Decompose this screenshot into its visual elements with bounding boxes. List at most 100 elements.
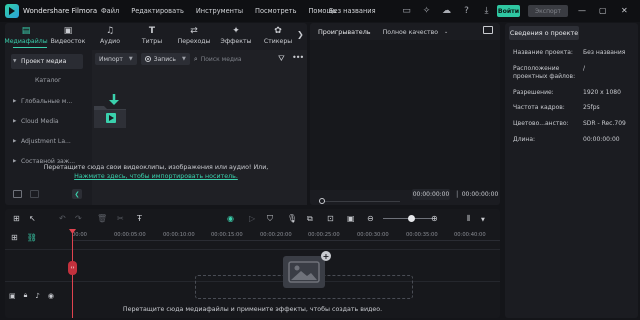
active-tab-indicator (13, 47, 47, 48)
record-icon (144, 56, 151, 62)
import-label: Импорт (99, 55, 123, 63)
minimize-icon[interactable]: — (578, 6, 586, 15)
menu-file[interactable]: Файл (101, 7, 119, 15)
ruler-divider (72, 240, 500, 241)
tab-player[interactable]: Проигрыватель (318, 28, 371, 36)
new-folder-icon[interactable] (13, 190, 22, 198)
media-toolbar: Импорт ▼ Запись ▼ ⌕ Поиск медиа (95, 53, 242, 65)
playhead-drag-handle[interactable]: ‹› (68, 261, 77, 275)
menu-view[interactable]: Посмотреть (255, 7, 296, 15)
close-icon[interactable]: ✕ (621, 6, 628, 15)
playback-progress-track[interactable] (320, 201, 400, 202)
info-key: Расположение проектных файлов: (513, 65, 576, 80)
sidebar-item-label: Adjustment La... (21, 138, 71, 145)
side-nav-footer (13, 190, 39, 198)
search-placeholder: Поиск медиа (200, 55, 242, 63)
maximize-icon[interactable]: ▢ (599, 6, 607, 15)
ruler-tick: 00:00:15:00 (211, 232, 243, 238)
import-folder-icon[interactable] (92, 92, 128, 130)
playback-progress-knob[interactable] (319, 198, 325, 204)
menu-edit[interactable]: Редактировать (131, 7, 184, 15)
sidebar-item-cloud-media[interactable]: ▶ Cloud Media (11, 114, 83, 129)
tab-media[interactable]: ▤ Медиафайлы (4, 23, 47, 49)
track-visibility-icon[interactable]: ◉ (48, 292, 54, 300)
lightbulb-icon[interactable]: ✧ (420, 4, 433, 17)
track-controls-top: ⊞ ⛓ (11, 233, 37, 242)
current-timecode[interactable]: 00:00:00:00 (412, 189, 450, 200)
info-row: Частота кадров: 25fps (513, 104, 638, 112)
search-input[interactable]: ⌕ Поиск медиа (194, 53, 242, 65)
select-cursor-icon[interactable]: ↖ (29, 214, 36, 223)
audio-meter-icon[interactable]: ⫴ (467, 214, 470, 224)
caret-down-icon: ▼ (181, 56, 186, 62)
undo-icon[interactable]: ↶ (59, 214, 66, 223)
tab-label: Аудио (100, 38, 120, 45)
more-options-icon[interactable]: ••• (292, 53, 304, 62)
tab-stickers[interactable]: ✿ Стикеры (257, 23, 299, 49)
player-panel: Проигрыватель Полное качество ⌄ 00:00:00… (310, 23, 500, 222)
add-media-icon[interactable]: + (321, 251, 331, 261)
marker-icon[interactable]: ⛉ (267, 214, 273, 224)
collapse-sidebar-icon[interactable]: ❮ (72, 189, 82, 199)
zoom-slider-knob[interactable] (408, 215, 415, 222)
app-name: Wondershare Filmora (23, 7, 98, 15)
zoom-out-icon[interactable]: ⊖ (367, 214, 374, 223)
download-icon[interactable]: ⤓ (480, 4, 493, 17)
sidebar-item-global-media[interactable]: ▶ Глобальные м... (11, 94, 83, 109)
tab-label: Переходы (177, 38, 211, 45)
import-media-link[interactable]: Нажмите здесь, чтобы импортировать носит… (5, 173, 307, 180)
help-icon[interactable]: ? (460, 4, 473, 17)
tab-stock-video[interactable]: ▣ Видеосток (47, 23, 89, 49)
cloud-upload-icon[interactable]: ☁ (440, 4, 453, 17)
delete-icon[interactable]: 🗑 (97, 214, 107, 223)
add-track-icon[interactable]: ⊞ (11, 233, 18, 242)
media-tabs: ▤ Медиафайлы ▣ Видеосток ♫ Аудио T Титры… (4, 23, 307, 49)
snapshot-icon[interactable] (483, 26, 493, 34)
sidebar-item-project-media[interactable]: ▼ Проект медиа (11, 54, 83, 69)
track-mute-icon[interactable]: ♪ (35, 292, 39, 300)
folder-icon[interactable] (30, 190, 39, 198)
tab-audio[interactable]: ♫ Аудио (89, 23, 131, 49)
info-key: Название проекта: (513, 49, 573, 56)
info-key: Цветово...анство: (513, 120, 569, 127)
info-value: 1920 x 1080 (583, 89, 621, 96)
zoom-in-icon[interactable]: ⊕ (431, 214, 438, 223)
track-lock-icon[interactable]: 🔒︎ (24, 291, 28, 300)
media-drop-instructions: Перетащите сюда свои видеоклипы, изображ… (43, 164, 269, 171)
filter-icon[interactable]: ⛛ (278, 54, 285, 64)
import-button[interactable]: Импорт ▼ (95, 53, 137, 65)
redo-icon[interactable]: ↷ (75, 214, 82, 223)
chevron-right-icon[interactable]: ❯ (297, 30, 304, 39)
info-value: / (583, 65, 586, 72)
link-icon[interactable]: ⛓ (27, 233, 37, 242)
media-icon: ▤ (21, 26, 31, 36)
project-title: Без названия (329, 7, 376, 15)
mix-icon[interactable]: ⧉ (307, 214, 313, 224)
quality-select[interactable]: Полное качество ⌄ (383, 29, 449, 36)
sidebar-item-catalog[interactable]: Каталог (11, 73, 83, 88)
snapshot-icon[interactable]: ▣ (347, 214, 355, 223)
render-icon[interactable]: ▷ (249, 214, 255, 223)
export-button[interactable]: Экспорт (528, 5, 568, 17)
text-tool-icon[interactable]: Ŧ (137, 214, 142, 223)
menu-tools[interactable]: Инструменты (196, 7, 243, 15)
tab-project-info[interactable]: Сведения о проекте (509, 26, 579, 40)
layout-icon[interactable]: ⊞ (13, 214, 20, 223)
split-icon[interactable]: ✂ (117, 214, 124, 223)
tab-label: Видеосток (50, 38, 86, 45)
record-button[interactable]: Запись ▼ (140, 53, 190, 65)
microphone-icon[interactable]: 🎙 (287, 214, 297, 223)
picture-in-picture-icon[interactable]: ⊡ (327, 214, 334, 223)
info-key: Частота кадров: (513, 104, 565, 111)
sidebar-item-adjustment-layer[interactable]: ▶ Adjustment La... (11, 134, 83, 149)
tab-titles[interactable]: T Титры (131, 23, 173, 49)
info-value: 25fps (583, 104, 600, 111)
ruler-tick: 00:00:40:00 (454, 232, 486, 238)
tab-effects[interactable]: ✦ Эффекты (215, 23, 257, 49)
text-icon: T (148, 26, 156, 36)
login-button[interactable]: Войти (497, 5, 520, 17)
tab-transitions[interactable]: ⇄ Переходы (173, 23, 215, 49)
caret-down-icon[interactable]: ▼ (481, 217, 485, 223)
monitor-icon[interactable]: ▭ (400, 4, 413, 17)
auto-beat-icon[interactable]: ◉ (227, 214, 234, 223)
